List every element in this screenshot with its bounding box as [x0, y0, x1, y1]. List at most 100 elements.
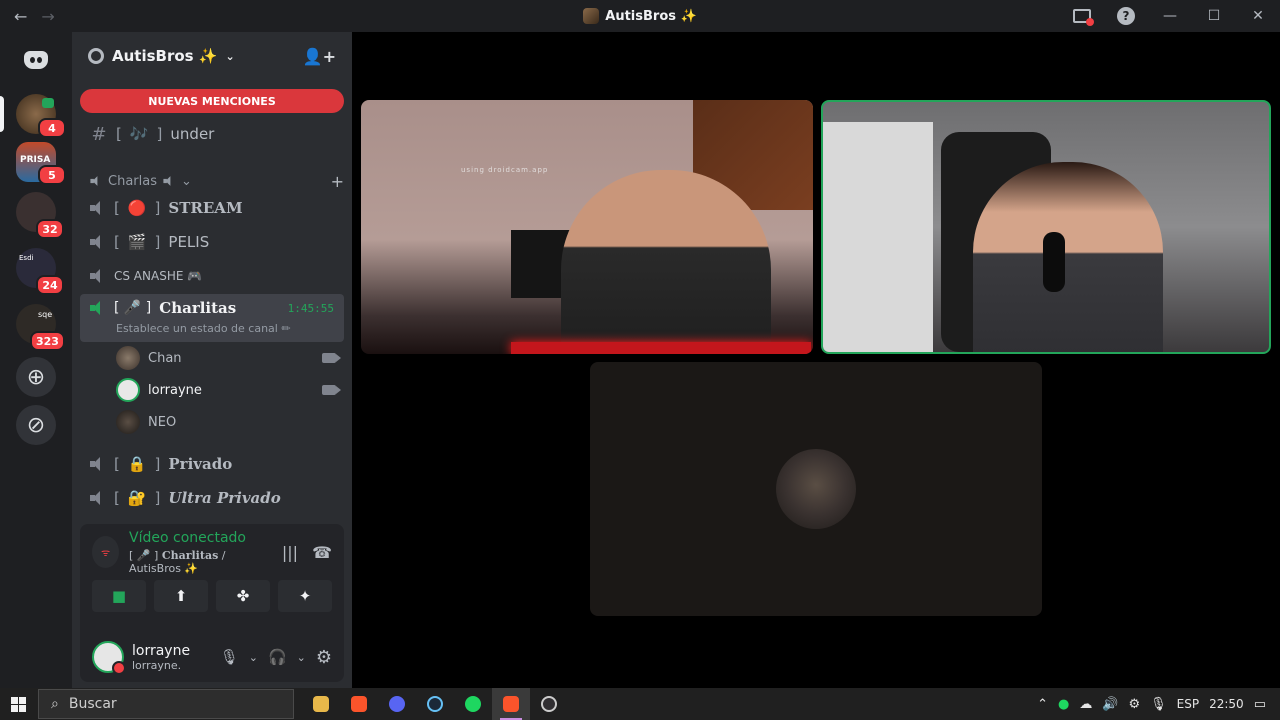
bracket-close: ] — [154, 199, 161, 217]
chevron-down-icon: ⌄ — [225, 49, 235, 63]
screen-share-icon: ⬆ — [174, 587, 188, 605]
invite-people-icon[interactable]: 👤+ — [303, 47, 336, 66]
channel-status-prompt[interactable]: Establece un estado de canal ✏ — [80, 322, 344, 335]
noise-suppression-icon[interactable]: ||| — [282, 543, 298, 562]
voice-member-neo[interactable]: NEO — [116, 407, 344, 437]
voice-channel-stream[interactable]: [ 🔴 ] STREAM — [80, 192, 344, 224]
minimize-button[interactable]: — — [1148, 0, 1192, 32]
file-explorer-icon[interactable] — [302, 688, 340, 720]
camera-toggle-button[interactable]: ■ — [92, 580, 146, 612]
voice-location[interactable]: [ 🎤 ] Charlitas / AutisBros ✨ — [129, 549, 272, 575]
microphone-tray-icon[interactable]: 🎙 — [1150, 697, 1167, 712]
member-name: NEO — [148, 414, 177, 430]
discord-taskbar-icon[interactable] — [378, 688, 416, 720]
user-display-name: lorrayne — [132, 642, 191, 659]
channel-name: Charlitas — [159, 299, 237, 317]
input-language[interactable]: ESP — [1177, 697, 1199, 711]
avatar — [116, 410, 140, 434]
notifications-icon[interactable]: ▭ — [1254, 697, 1266, 712]
connection-signal-icon[interactable]: ᯤ — [92, 536, 120, 568]
bracket-open: [ — [114, 199, 120, 217]
create-channel-icon[interactable]: + — [331, 172, 344, 191]
voice-member-lorrayne[interactable]: lorrayne — [116, 375, 344, 405]
channel-name: Ultra Privado — [168, 489, 281, 507]
server-header[interactable]: AutisBros ✨ ⌄ 👤+ — [72, 32, 352, 80]
maximize-button[interactable]: ☐ — [1192, 0, 1236, 32]
window-title: AutisBros ✨ — [605, 8, 697, 24]
new-mentions-button[interactable]: NUEVAS MENCIONES — [80, 89, 344, 113]
video-live-icon — [42, 98, 54, 108]
channel-prefix: [ — [116, 125, 122, 143]
taskbar-search-input[interactable]: ⌕ Buscar — [38, 689, 294, 719]
volume-icon[interactable]: 🔊 — [1102, 697, 1118, 712]
brave-browser-icon[interactable] — [340, 688, 378, 720]
activities-icon: ✤ — [236, 587, 250, 605]
voice-channel-ultra-privado[interactable]: [ 🔐 ] Ultra Privado — [80, 482, 344, 514]
activities-button[interactable]: ✤ — [216, 580, 270, 612]
active-voice-channel[interactable]: [ 🎤 ] Charlitas 1:45:55 Establece un est… — [80, 294, 344, 342]
voice-channel-privado[interactable]: [ 🔒 ] Privado — [80, 448, 344, 480]
speaker-active-icon — [90, 301, 106, 315]
bracket-close: ] — [154, 489, 161, 507]
server-label: PRISA — [20, 155, 51, 165]
mic-emoji-icon: [ 🎤 ] — [129, 548, 159, 562]
search-icon: ⌕ — [51, 696, 59, 712]
mention-badge: 323 — [30, 331, 65, 351]
mention-badge: 24 — [36, 275, 64, 295]
channel-name: CS ANASHE 🎮 — [114, 269, 203, 283]
chevron-down-icon[interactable]: ⌄ — [297, 651, 306, 664]
headphones-icon[interactable]: 🎧 — [268, 648, 287, 666]
chevron-up-icon[interactable]: ⌃ — [1037, 697, 1048, 712]
user-avatar[interactable] — [92, 641, 126, 675]
help-icon[interactable]: ? — [1104, 0, 1148, 32]
channel-under[interactable]: # [ 🎶 ] under — [80, 118, 344, 150]
speaker-icon — [163, 176, 174, 186]
channel-name: PELIS — [168, 233, 210, 251]
camera-watermark: using droidcam.app — [461, 166, 549, 174]
discord-logo-icon — [24, 51, 48, 69]
soundboard-button[interactable]: ✦ — [278, 580, 332, 612]
channel-name: STREAM — [168, 199, 243, 217]
screen-share-inbox-icon[interactable] — [1060, 0, 1104, 32]
bracket-open: [ — [114, 233, 120, 251]
member-name: lorrayne — [148, 382, 202, 398]
direct-messages-button[interactable] — [16, 40, 56, 80]
bracket-open: [ — [114, 455, 120, 473]
camera-icon: ■ — [111, 587, 127, 605]
video-tile-chan[interactable]: using droidcam.app — [361, 100, 813, 354]
steam-tray-icon[interactable]: ⚙ — [1129, 697, 1141, 712]
windows-start-icon[interactable] — [0, 688, 36, 720]
channel-name: Privado — [168, 455, 233, 473]
chevron-down-icon[interactable]: ⌄ — [249, 651, 258, 664]
category-charlas[interactable]: Charlas ⌄ + — [88, 171, 344, 191]
clock[interactable]: 22:50 — [1209, 697, 1244, 711]
obs-icon[interactable] — [530, 688, 568, 720]
discover-button[interactable]: ⊘ — [16, 405, 56, 445]
steam-taskbar-icon[interactable] — [416, 688, 454, 720]
voice-channel-cs-anashe[interactable]: CS ANASHE 🎮 — [80, 260, 344, 292]
forward-arrow-icon[interactable]: → — [41, 7, 54, 26]
spotify-tray-icon[interactable]: ● — [1058, 697, 1069, 712]
server-label: Esdi — [19, 254, 34, 262]
gear-icon[interactable]: ⚙ — [316, 647, 332, 668]
bracket-close: ] — [154, 233, 161, 251]
video-tile-lorrayne[interactable] — [821, 100, 1271, 354]
speaker-icon — [90, 235, 106, 249]
speaker-icon — [90, 269, 106, 283]
video-tile-neo[interactable] — [590, 362, 1042, 616]
bracket-open: [ — [114, 489, 120, 507]
brave-active-window-icon[interactable] — [492, 688, 530, 720]
window-controls: ? — ☐ ✕ — [1060, 0, 1280, 32]
microphone-icon[interactable]: 🎙 — [220, 648, 239, 666]
voice-channel-pelis[interactable]: [ 🎬 ] PELIS — [80, 226, 344, 258]
channel-suffix: ] — [156, 125, 163, 143]
screen-share-button[interactable]: ⬆ — [154, 580, 208, 612]
voice-status[interactable]: Vídeo conectado — [129, 530, 272, 546]
close-button[interactable]: ✕ — [1236, 0, 1280, 32]
add-server-button[interactable]: ⊕ — [16, 357, 56, 397]
voice-member-chan[interactable]: Chan — [116, 343, 344, 373]
back-arrow-icon[interactable]: ← — [14, 7, 27, 26]
disconnect-icon[interactable]: ☎ — [312, 543, 332, 562]
cloud-icon[interactable]: ☁ — [1079, 697, 1092, 712]
spotify-icon[interactable] — [454, 688, 492, 720]
